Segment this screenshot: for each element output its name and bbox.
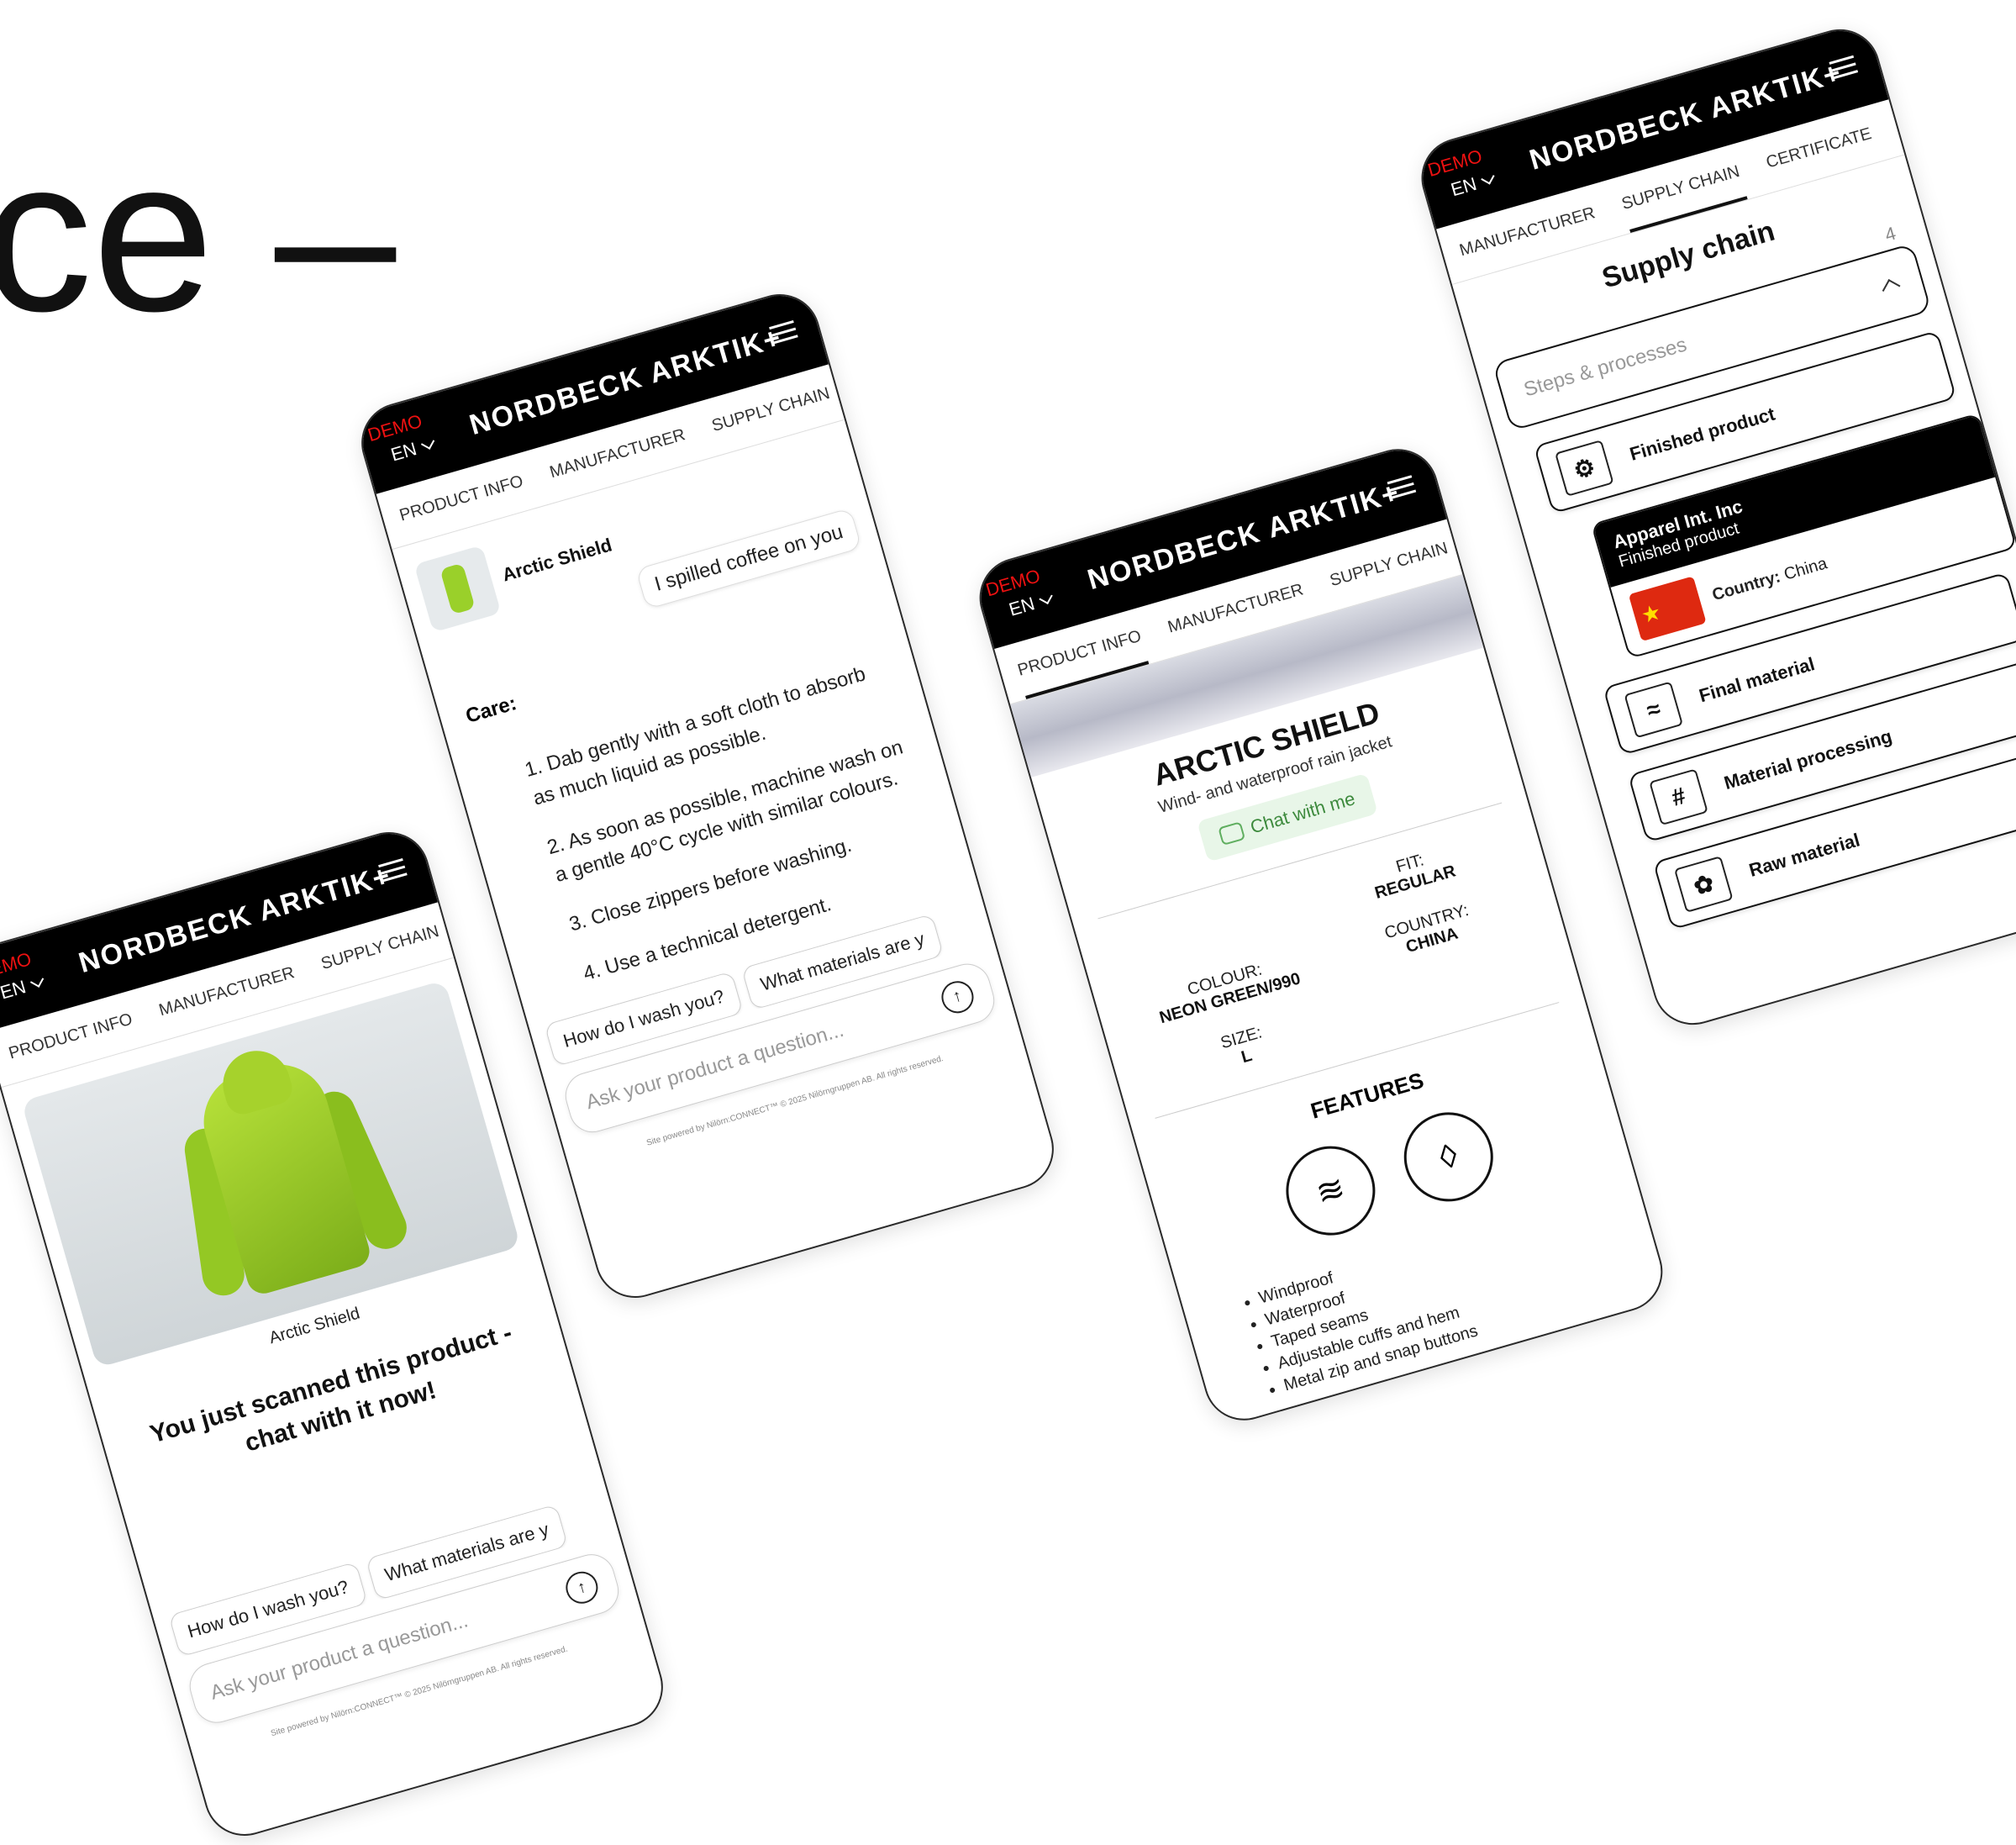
- chat-bubble-icon: [1218, 821, 1245, 846]
- sewing-machine-icon: ⚙: [1554, 440, 1614, 497]
- step-count: 4: [1882, 222, 1898, 246]
- waterproof-icon: ◊: [1393, 1101, 1504, 1212]
- product-thumbnail: [413, 545, 502, 633]
- country-value: China: [1782, 553, 1829, 584]
- steps-label: Steps & processes: [1521, 333, 1690, 402]
- chevron-down-icon: [420, 435, 434, 450]
- country-label: Country:: [1709, 567, 1783, 604]
- language-label: EN: [1006, 593, 1037, 620]
- language-label: EN: [388, 438, 419, 466]
- language-label: EN: [0, 976, 29, 1004]
- weave-icon: #: [1649, 768, 1708, 826]
- china-flag-icon: ★: [1628, 576, 1707, 642]
- cotton-plant-icon: ✿: [1673, 856, 1734, 914]
- step-label: Material processing: [1721, 725, 1895, 794]
- language-label: EN: [1448, 172, 1479, 201]
- step-label: Finished product: [1627, 403, 1777, 465]
- tab-product-info[interactable]: PRODUCT INFO: [7, 1010, 140, 1083]
- headline-text: ce –: [0, 113, 397, 357]
- chevron-down-icon: [29, 973, 44, 988]
- product-name: Arctic Shield: [499, 534, 614, 586]
- fabric-roll-icon: ≈: [1624, 681, 1684, 739]
- tab-supply-chain[interactable]: SUPPLY CHAIN: [319, 922, 447, 993]
- chevron-up-icon: [1882, 278, 1901, 298]
- chevron-down-icon: [1039, 590, 1053, 605]
- step-label: Raw material: [1746, 829, 1862, 881]
- tab-certificate[interactable]: CERTIFICATE: [1764, 124, 1879, 192]
- step-label: Final material: [1696, 653, 1818, 707]
- chat-button-label: Chat with me: [1247, 788, 1358, 838]
- chevron-down-icon: [1480, 171, 1495, 185]
- send-arrow-icon[interactable]: ↑: [937, 977, 977, 1017]
- windproof-icon: ≋: [1275, 1136, 1386, 1247]
- tab-supply-chain[interactable]: SUPPLY CHAIN: [1619, 161, 1748, 234]
- send-arrow-icon[interactable]: ↑: [561, 1568, 602, 1608]
